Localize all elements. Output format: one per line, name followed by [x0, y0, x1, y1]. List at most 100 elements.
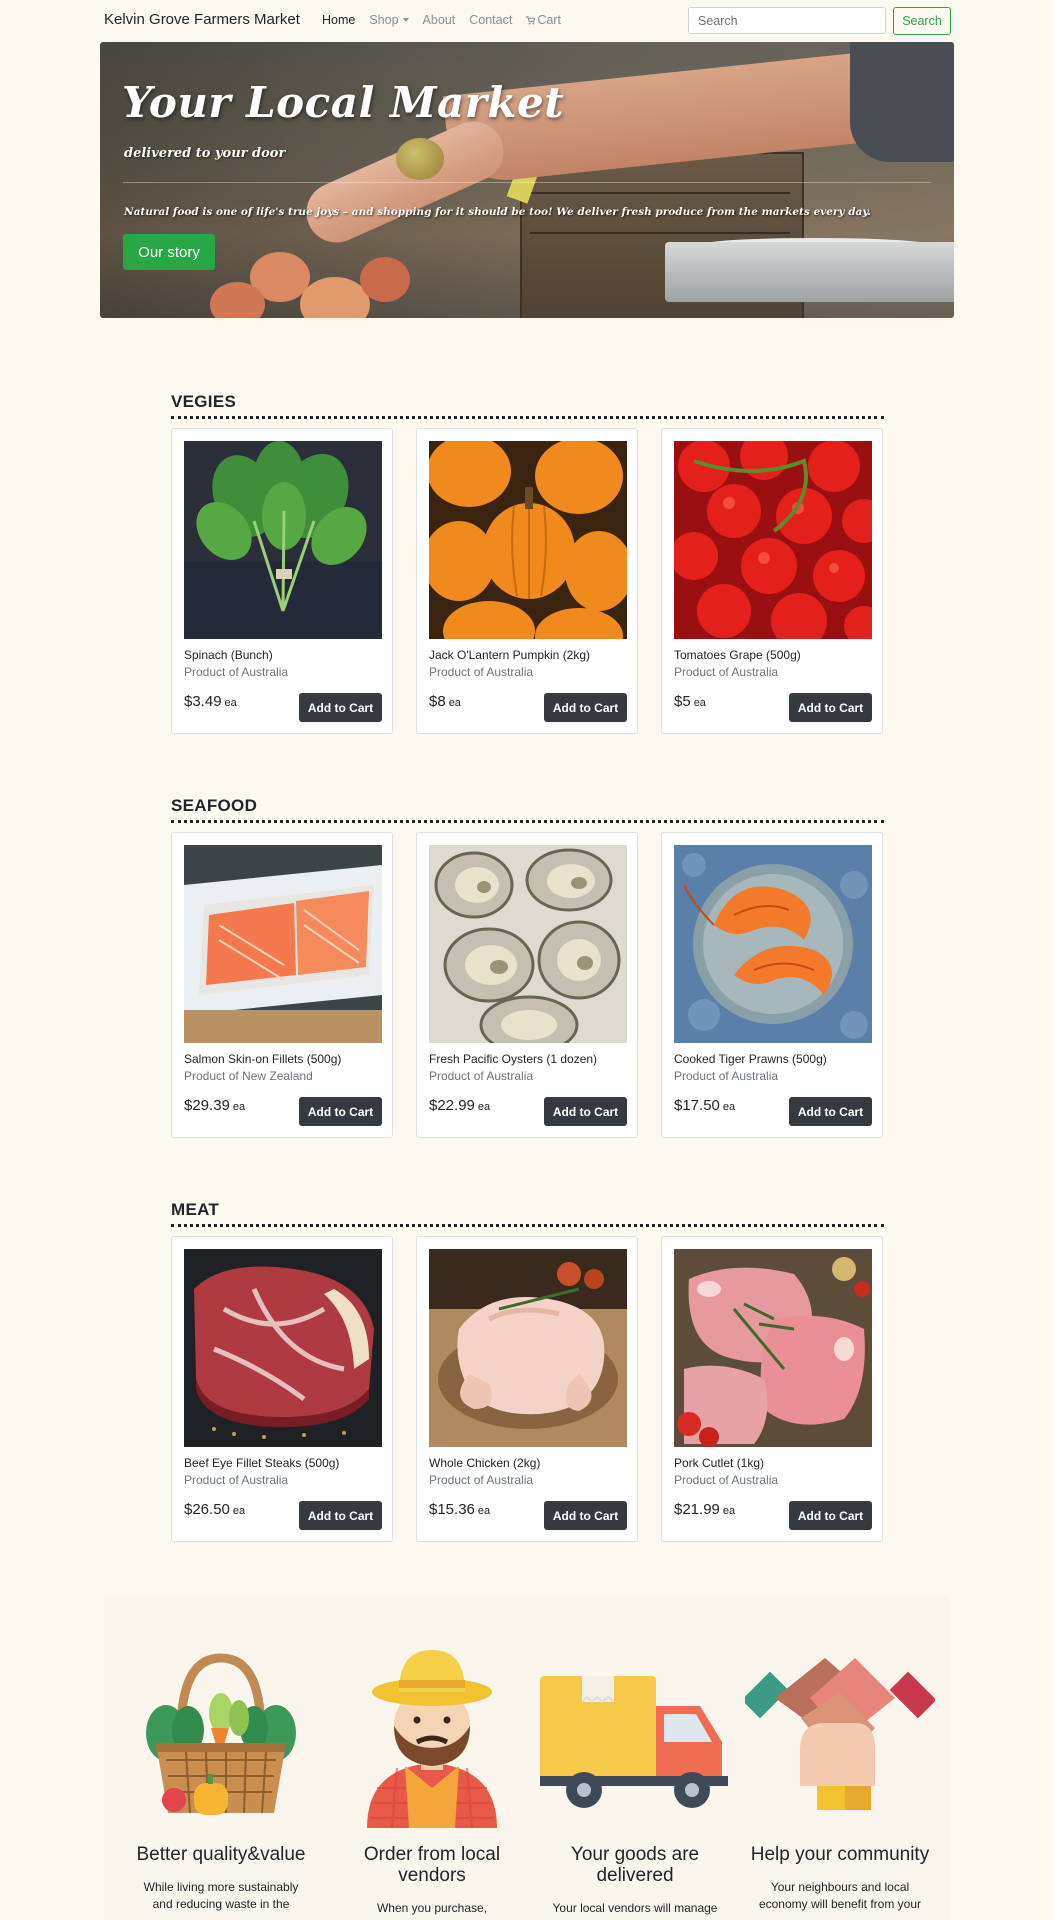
product-card: Fresh Pacific Oysters (1 dozen) Product o… — [416, 832, 638, 1138]
our-story-button[interactable]: Our story — [123, 234, 215, 270]
product-price: $17.50 ea — [674, 1097, 735, 1114]
product-image-oysters[interactable] — [429, 845, 627, 1043]
product-image-tomatoes[interactable] — [674, 441, 872, 639]
navbar: Kelvin Grove Farmers Market Home Shop Ab… — [100, 0, 954, 42]
product-card: Salmon Skin-on Fillets (500g) Product of … — [171, 832, 393, 1138]
product-price: $22.99 ea — [429, 1097, 490, 1114]
cart-icon — [526, 16, 536, 25]
price-value: $17.50 — [674, 1097, 720, 1114]
search-input[interactable] — [688, 7, 886, 34]
nav-home[interactable]: Home — [322, 13, 355, 27]
product-origin: Product of Australia — [184, 1473, 289, 1487]
product-origin: Product of Australia — [429, 1473, 534, 1487]
product-image-pumpkins[interactable] — [429, 441, 627, 639]
add-to-cart-button[interactable]: Add to Cart — [544, 693, 627, 722]
price-unit: ea — [232, 1505, 246, 1517]
hero-subtitle: delivered to your door — [124, 146, 286, 161]
fruit-shape — [360, 257, 410, 302]
product-name[interactable]: Cooked Tiger Prawns (500g) — [674, 1052, 827, 1066]
section-title: SEAFOOD — [171, 796, 258, 815]
price-unit: ea — [477, 1101, 491, 1113]
hero-title: Your Local Market — [122, 78, 565, 127]
product-origin: Product of Australia — [184, 665, 289, 679]
product-name[interactable]: Pork Cutlet (1kg) — [674, 1456, 764, 1470]
add-to-cart-button[interactable]: Add to Cart — [789, 693, 872, 722]
feature-text-line: Your local vendors will manage — [552, 1901, 718, 1915]
nav-links: Home Shop About Contact Cart — [322, 13, 561, 27]
product-name[interactable]: Fresh Pacific Oysters (1 dozen) — [429, 1052, 597, 1066]
product-origin: Product of Australia — [429, 1069, 534, 1083]
feature-text-line: Your neighbours and local — [770, 1880, 910, 1894]
price-value: $3.49 — [184, 693, 222, 710]
feature-text-line: and reducing waste in the — [152, 1897, 290, 1911]
product-image-pork[interactable] — [674, 1249, 872, 1447]
sleeve-shape — [850, 42, 954, 162]
product-name[interactable]: Salmon Skin-on Fillets (500g) — [184, 1052, 341, 1066]
add-to-cart-button[interactable]: Add to Cart — [299, 1097, 382, 1126]
product-name[interactable]: Tomatoes Grape (500g) — [674, 648, 801, 662]
feature-text-line: economy will benefit from your — [758, 1897, 922, 1911]
price-value: $29.39 — [184, 1097, 230, 1114]
add-to-cart-button[interactable]: Add to Cart — [299, 1501, 382, 1530]
crate-slat — [530, 232, 790, 234]
weighing-scale — [665, 242, 954, 302]
features-section: Better quality&value While living more s… — [104, 1596, 950, 1920]
feature-title-line: Order from local — [363, 1844, 501, 1865]
caret-down-icon — [402, 18, 409, 22]
product-name[interactable]: Beef Eye Fillet Steaks (500g) — [184, 1456, 339, 1470]
product-name[interactable]: Jack O'Lantern Pumpkin (2kg) — [429, 648, 590, 662]
product-price: $8 ea — [429, 693, 461, 710]
price-value: $26.50 — [184, 1501, 230, 1518]
add-to-cart-button[interactable]: Add to Cart — [544, 1501, 627, 1530]
hero-divider — [123, 182, 931, 183]
product-image-salmon[interactable] — [184, 845, 382, 1043]
add-to-cart-button[interactable]: Add to Cart — [544, 1097, 627, 1126]
nav-shop-dropdown[interactable]: Shop — [369, 13, 409, 27]
nav-cart[interactable]: Cart — [526, 13, 561, 27]
product-price: $26.50 ea — [184, 1501, 245, 1518]
product-image-beef[interactable] — [184, 1249, 382, 1447]
hero-banner: Your Local Market delivered to your door… — [100, 42, 954, 318]
add-to-cart-button[interactable]: Add to Cart — [789, 1097, 872, 1126]
basket-icon — [146, 1653, 296, 1815]
nav-shop-label: Shop — [369, 13, 399, 27]
section-title: VEGIES — [171, 392, 237, 411]
add-to-cart-button[interactable]: Add to Cart — [299, 693, 382, 722]
price-unit: ea — [224, 697, 237, 709]
nav-cart-label: Cart — [537, 13, 561, 27]
product-image-prawns[interactable] — [674, 845, 872, 1043]
feature-title: Better quality&value — [136, 1844, 306, 1865]
product-card: Spinach (Bunch) Product of Australia $3.49… — [171, 428, 393, 734]
product-image-spinach[interactable] — [184, 441, 382, 639]
nav-about[interactable]: About — [423, 13, 456, 27]
product-origin: Product of Australia — [674, 1473, 779, 1487]
product-name[interactable]: Whole Chicken (2kg) — [429, 1456, 540, 1470]
truck-icon — [540, 1676, 728, 1808]
nav-contact[interactable]: Contact — [469, 13, 512, 27]
brand-logo-text[interactable]: Kelvin Grove Farmers Market — [104, 11, 300, 28]
price-value: $15.36 — [429, 1501, 475, 1518]
feature-text-line: When you purchase, — [376, 1901, 488, 1915]
add-to-cart-button[interactable]: Add to Cart — [789, 1501, 872, 1530]
product-price: $15.36 ea — [429, 1501, 490, 1518]
product-card: Beef Eye Fillet Steaks (500g) Product of … — [171, 1236, 393, 1542]
product-image-chicken[interactable] — [429, 1249, 627, 1447]
feature-title-line: delivered — [596, 1865, 674, 1886]
feature-title: Your goods are delivered — [540, 1844, 730, 1886]
product-card: Cooked Tiger Prawns (500g) Product of Aus… — [661, 832, 883, 1138]
product-name[interactable]: Spinach (Bunch) — [184, 648, 273, 662]
product-card: Whole Chicken (2kg) Product of Australia $… — [416, 1236, 638, 1542]
product-price: $5 ea — [674, 693, 706, 710]
price-value: $21.99 — [674, 1501, 720, 1518]
price-value: $22.99 — [429, 1097, 475, 1114]
section-divider — [171, 1224, 884, 1227]
product-price: $29.39 ea — [184, 1097, 245, 1114]
section-divider — [171, 820, 884, 823]
product-card: Pork Cutlet (1kg) Product of Australia $21… — [661, 1236, 883, 1542]
feature-title-line: vendors — [398, 1865, 466, 1886]
search-button[interactable]: Search — [893, 7, 951, 35]
product-origin: Product of Australia — [429, 665, 534, 679]
price-unit: ea — [722, 1101, 736, 1113]
handshake-icon — [745, 1658, 935, 1810]
product-origin: Product of Australia — [674, 1069, 779, 1083]
